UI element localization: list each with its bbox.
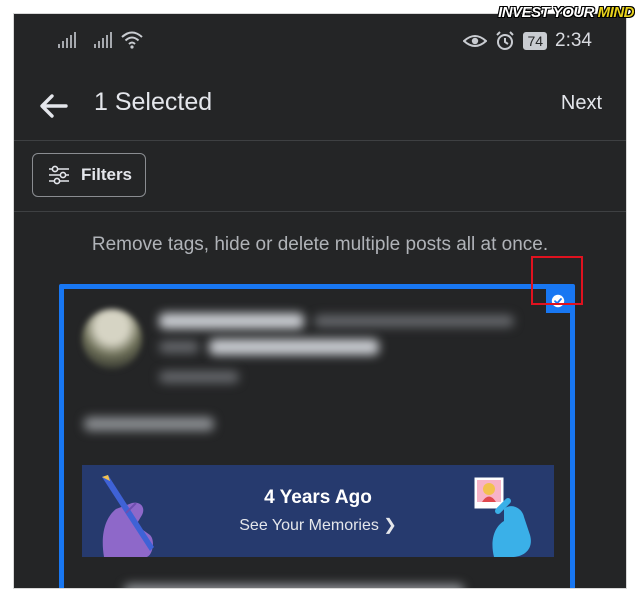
watermark-logo: INVEST YOUR MIND bbox=[498, 4, 634, 21]
blurred-post-text bbox=[84, 417, 214, 431]
memories-banner[interactable]: 4 Years Ago See Your Memories ❯ bbox=[82, 465, 554, 557]
status-right: 74 2:34 bbox=[463, 30, 592, 52]
hint-text: Remove tags, hide or delete multiple pos… bbox=[91, 234, 549, 255]
hand-photo-icon bbox=[473, 476, 531, 557]
blurred-author bbox=[159, 313, 304, 329]
wifi-icon bbox=[121, 31, 143, 49]
next-button[interactable]: Next bbox=[561, 92, 602, 115]
see-memories-label: See Your Memories bbox=[239, 517, 379, 534]
eye-icon bbox=[463, 35, 488, 47]
signal-icon bbox=[58, 32, 76, 48]
clock: 2:34 bbox=[555, 30, 592, 51]
status-bar: 74 2:34 bbox=[14, 14, 626, 70]
alarm-icon bbox=[496, 31, 515, 50]
app-header: 1 Selected Next bbox=[14, 70, 626, 141]
arrow-left-icon[interactable] bbox=[38, 92, 70, 120]
phone-screen: 74 2:34 1 Selected Next Filters Remove t… bbox=[14, 14, 626, 588]
check-circle-icon bbox=[551, 294, 565, 308]
sliders-icon bbox=[49, 165, 69, 185]
blurred-timestamp bbox=[159, 371, 239, 383]
filters-button[interactable]: Filters bbox=[32, 153, 146, 197]
avatar bbox=[82, 309, 142, 369]
chevron-right-icon: ❯ bbox=[383, 517, 397, 534]
blurred-text bbox=[159, 341, 199, 353]
blurred-memory-caption bbox=[124, 584, 464, 588]
blurred-tagged-name bbox=[209, 339, 379, 355]
selected-checkbox[interactable] bbox=[546, 289, 570, 313]
battery-icon: 74 bbox=[523, 32, 548, 50]
blurred-text bbox=[314, 315, 514, 327]
filters-label: Filters bbox=[81, 165, 133, 184]
signal-icon bbox=[94, 32, 112, 48]
selected-post-card[interactable]: 4 Years Ago See Your Memories ❯ bbox=[59, 284, 575, 588]
page-title: 1 Selected bbox=[94, 88, 213, 116]
filter-row: Filters bbox=[14, 141, 626, 212]
